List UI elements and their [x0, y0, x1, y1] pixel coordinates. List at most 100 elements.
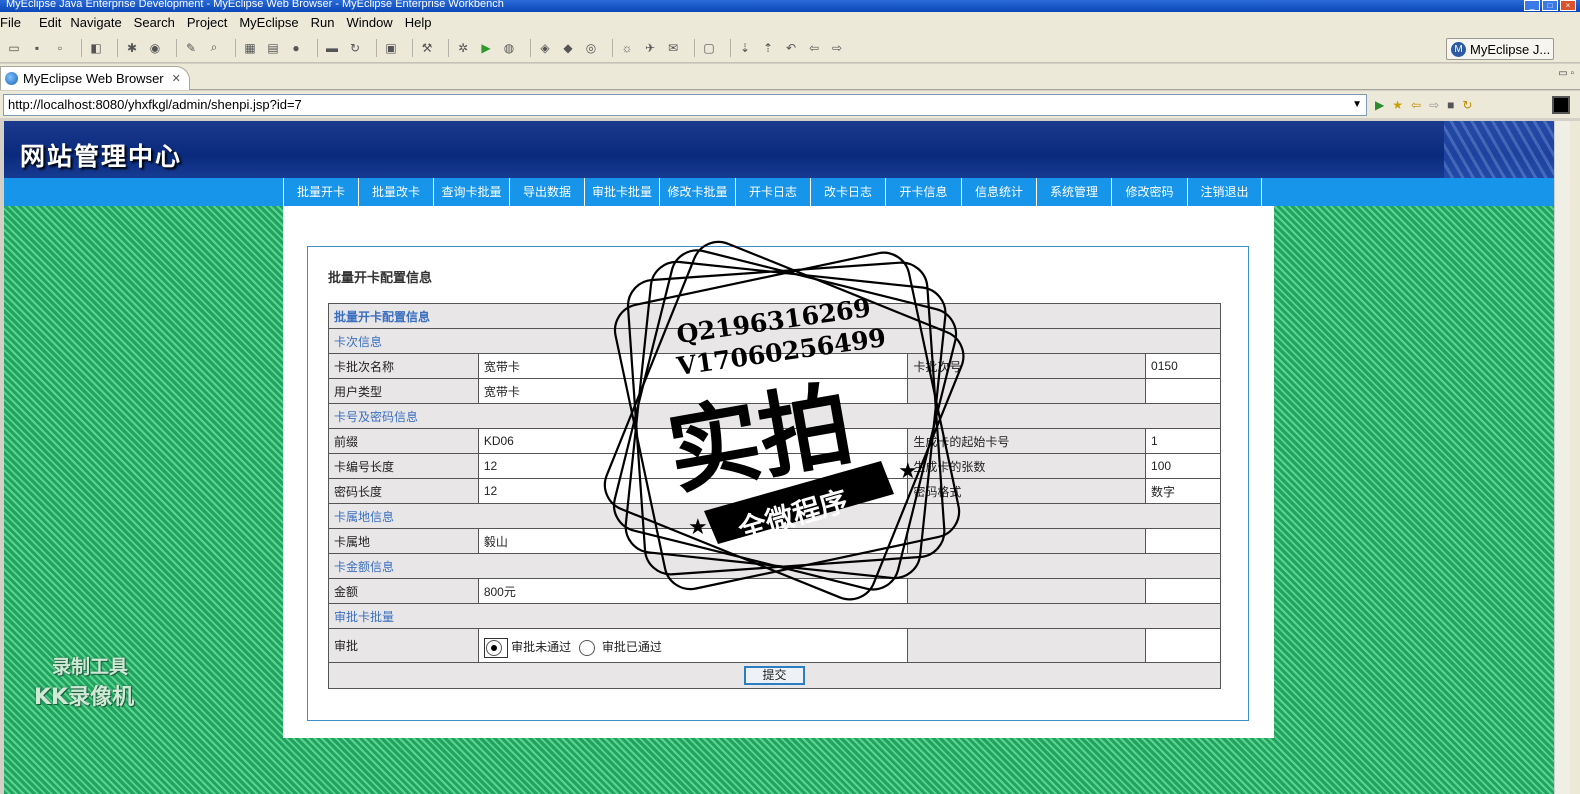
password-length-value: 12: [477, 478, 909, 504]
nav-batch-open[interactable]: 批量开卡: [283, 178, 358, 206]
print-icon[interactable]: ▫: [52, 40, 68, 56]
section-amount: 卡金额信息: [328, 553, 1221, 579]
database-icon[interactable]: ◉: [147, 40, 163, 56]
nav-change-password[interactable]: 修改密码: [1111, 178, 1187, 206]
minimize-button[interactable]: _: [1524, 0, 1540, 11]
watermark-line1: 录制工具: [52, 656, 129, 678]
nav-batch-modify[interactable]: 批量改卡: [358, 178, 433, 206]
wizard-icon[interactable]: ✎: [183, 40, 199, 56]
next-annotation-icon[interactable]: ⇣: [737, 40, 753, 56]
menu-help[interactable]: Help: [405, 15, 440, 30]
browser-controls: ▶ ★ ⇦ ⇨ ■ ↻: [1375, 98, 1480, 112]
recorder-watermark: 录制工具 KK录像机: [34, 652, 134, 711]
menu-navigate[interactable]: Navigate: [70, 15, 133, 30]
chevron-down-icon[interactable]: ▼: [1352, 95, 1362, 115]
table-title: 批量开卡配置信息: [328, 303, 1221, 329]
radio-reject-label: 审批未通过: [511, 639, 572, 654]
stop-icon[interactable]: ■: [1447, 98, 1454, 112]
refresh-icon[interactable]: ↻: [347, 40, 363, 56]
tab-web-browser[interactable]: MyEclipse Web Browser ✕: [0, 66, 190, 90]
perspective-switcher[interactable]: M MyEclipse J...: [1446, 38, 1554, 60]
nav-edit-batch[interactable]: 修改卡批量: [659, 178, 735, 206]
toolbar-separator: [317, 38, 318, 57]
new-icon[interactable]: ▭: [6, 40, 22, 56]
tools-icon[interactable]: ⚒: [419, 40, 435, 56]
page-title: 批量开卡配置信息: [328, 270, 433, 285]
open-type-icon[interactable]: ☼: [619, 40, 635, 56]
table-row: 金额 800元: [328, 578, 1221, 604]
vertical-scrollbar[interactable]: [1554, 121, 1570, 794]
forward-icon[interactable]: ⇨: [1429, 98, 1439, 112]
field-label: 卡批次号: [907, 353, 1147, 379]
url-input[interactable]: http://localhost:8080/yhxfkgl/admin/shen…: [3, 93, 1367, 116]
nav-card-info[interactable]: 开卡信息: [885, 178, 961, 206]
window-title-bar: MyEclipse Java Enterprise Development - …: [0, 0, 1580, 12]
close-tab-icon[interactable]: ✕: [172, 72, 181, 85]
field-label: 密码长度: [328, 478, 479, 504]
empty-cell: [1145, 628, 1221, 663]
nav-statistics[interactable]: 信息统计: [961, 178, 1036, 206]
submit-button[interactable]: 提交: [744, 666, 805, 685]
run-icon[interactable]: ▶: [478, 40, 494, 56]
menu-window[interactable]: Window: [346, 15, 404, 30]
menu-edit[interactable]: Edit: [39, 15, 70, 30]
last-edit-icon[interactable]: ↶: [783, 40, 799, 56]
close-button[interactable]: ×: [1560, 0, 1576, 11]
editor-tab-row: MyEclipse Web Browser ✕: [0, 64, 1580, 90]
maximize-button[interactable]: □: [1542, 0, 1558, 11]
web-page: 网站管理中心 批量开卡 批量改卡 查询卡批量 导出数据 审批卡批量 修改卡批量 …: [4, 121, 1554, 794]
nav-approve-batch[interactable]: 审批卡批量: [584, 178, 659, 206]
save-icon[interactable]: ▪: [29, 40, 45, 56]
start-no-value: 1: [1145, 428, 1221, 454]
search-icon[interactable]: ⌕: [206, 40, 222, 56]
nav-open-log[interactable]: 开卡日志: [735, 178, 810, 206]
window-title: MyEclipse Java Enterprise Development - …: [6, 0, 504, 10]
console-icon[interactable]: [1552, 96, 1570, 114]
table-row: 用户类型 宽带卡: [328, 378, 1221, 404]
open-resource-icon[interactable]: ✈: [642, 40, 658, 56]
open-folder-icon[interactable]: ▢: [701, 40, 717, 56]
menu-search[interactable]: Search: [134, 15, 187, 30]
debug-icon[interactable]: ✲: [455, 40, 471, 56]
file-icon[interactable]: ▤: [265, 40, 281, 56]
external-tools-icon[interactable]: ◍: [501, 40, 517, 56]
server-icon[interactable]: ✱: [124, 40, 140, 56]
open-task-icon[interactable]: ✉: [665, 40, 681, 56]
new-class-icon[interactable]: ◈: [537, 40, 553, 56]
new-web-icon[interactable]: ◎: [583, 40, 599, 56]
favorites-icon[interactable]: ★: [1392, 98, 1403, 112]
radio-reject[interactable]: [483, 637, 508, 658]
card-length-value: 12: [477, 453, 909, 479]
camera-icon[interactable]: ▣: [383, 40, 399, 56]
folder-icon[interactable]: ▬: [324, 40, 340, 56]
menu-project[interactable]: Project: [187, 15, 239, 30]
deploy-icon[interactable]: ◧: [88, 40, 104, 56]
forward-icon[interactable]: ⇨: [829, 40, 845, 56]
menu-file[interactable]: File: [0, 15, 39, 30]
menu-run[interactable]: Run: [311, 15, 347, 30]
nav-modify-log[interactable]: 改卡日志: [810, 178, 885, 206]
nav-query-batch[interactable]: 查询卡批量: [433, 178, 509, 206]
password-format-value: 数字: [1145, 478, 1221, 504]
view-controls[interactable]: ▭ ▫: [1558, 68, 1574, 79]
empty-cell: [1145, 578, 1221, 604]
site-logo: 网站管理中心: [20, 142, 183, 171]
previous-annotation-icon[interactable]: ⇡: [760, 40, 776, 56]
go-icon[interactable]: ▶: [1375, 98, 1384, 112]
globe-icon[interactable]: ●: [288, 40, 304, 56]
nav-system[interactable]: 系统管理: [1036, 178, 1111, 206]
back-icon[interactable]: ⇦: [806, 40, 822, 56]
nav-export-data[interactable]: 导出数据: [509, 178, 584, 206]
package-icon[interactable]: ▦: [242, 40, 258, 56]
address-row: http://localhost:8080/yhxfkgl/admin/shen…: [0, 91, 1580, 118]
section-card-password: 卡号及密码信息: [328, 403, 1221, 429]
back-icon[interactable]: ⇦: [1411, 98, 1421, 112]
new-package-icon[interactable]: ◆: [560, 40, 576, 56]
nav-logout[interactable]: 注销退出: [1187, 178, 1262, 206]
section-approval: 审批卡批量: [328, 603, 1221, 629]
menu-myeclipse[interactable]: MyEclipse: [239, 15, 310, 30]
globe-icon: [5, 72, 18, 85]
refresh-icon[interactable]: ↻: [1462, 98, 1472, 112]
toolbar-separator: [412, 38, 413, 57]
radio-pass[interactable]: [578, 639, 595, 656]
